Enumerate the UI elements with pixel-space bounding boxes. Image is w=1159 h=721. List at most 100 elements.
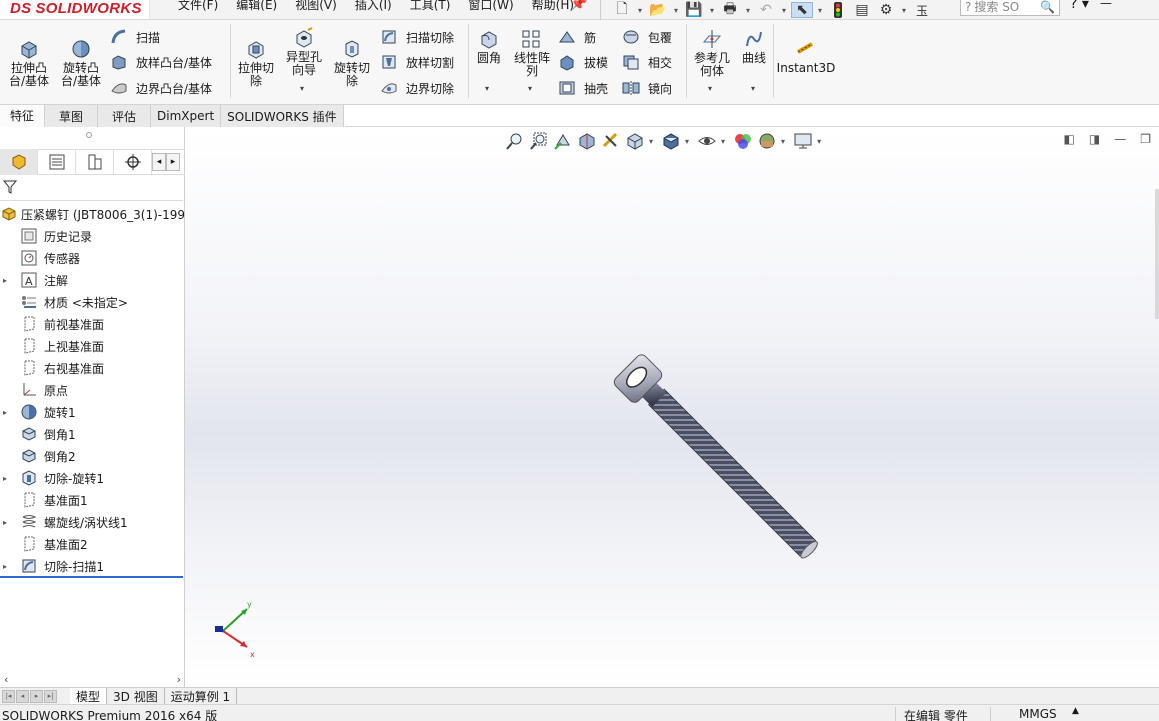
tree-item[interactable]: ▸ 螺旋线/涡状线1 [0, 511, 185, 533]
boundary-cut-button[interactable]: 边界切除 [380, 79, 454, 97]
expand-arrow-icon[interactable]: ▸ [3, 408, 7, 417]
apply-scene-icon[interactable] [757, 131, 777, 151]
sweep-button[interactable]: 扫描 [110, 28, 160, 46]
wrap-button[interactable]: 包覆 [622, 28, 672, 46]
open-icon[interactable]: 📂 [647, 2, 669, 18]
tree-item[interactable]: 倒角2 [0, 445, 185, 467]
undo-icon[interactable]: ↶ [755, 2, 777, 18]
tree-item[interactable]: 前视基准面 [0, 313, 185, 335]
property-manager-tab[interactable] [38, 149, 76, 175]
new-dropdown[interactable]: ▾ [635, 6, 645, 15]
curves-button[interactable]: 曲线 [738, 28, 770, 65]
tree-item[interactable]: 历史记录 [0, 225, 185, 247]
tab-addins[interactable]: SOLIDWORKS 插件 [221, 105, 344, 127]
display-style-dropdown[interactable]: ▾ [685, 137, 689, 146]
select-dropdown[interactable]: ▾ [815, 6, 825, 15]
panel-left-icon[interactable]: ◧ [1064, 132, 1075, 146]
previous-view-icon[interactable] [553, 131, 573, 151]
scroll-right-icon[interactable]: › [177, 673, 181, 686]
panel-grip[interactable] [86, 132, 92, 138]
scroll-left-icon[interactable]: ‹ [4, 673, 8, 686]
fillet-button[interactable]: 圆角 [474, 28, 504, 65]
panel-horizontal-scrollbar[interactable]: ‹ › [0, 672, 185, 686]
save-icon[interactable]: 💾 [683, 2, 705, 18]
menu-help[interactable]: 帮助(H) [532, 0, 574, 13]
solidworks-logo[interactable]: DS SOLIDWORKS [0, 0, 150, 19]
viewport-scrollbar[interactable] [1155, 189, 1159, 319]
save-dropdown[interactable]: ▾ [707, 6, 717, 15]
revolve-boss-button[interactable]: 旋转凸 台/基体 [58, 38, 104, 88]
search-icon[interactable]: 🔍 [1040, 0, 1055, 14]
shell-button[interactable]: 抽壳 [558, 79, 608, 97]
tree-item[interactable]: 原点 [0, 379, 185, 401]
last-tab-icon[interactable]: ▸| [44, 689, 57, 703]
menu-tools[interactable]: 工具(T) [410, 0, 451, 13]
menu-insert[interactable]: 插入(I) [355, 0, 392, 13]
tab-features[interactable]: 特征 [0, 105, 46, 127]
undo-dropdown[interactable]: ▾ [779, 6, 789, 15]
tree-item[interactable]: 上视基准面 [0, 335, 185, 357]
zoom-to-fit-icon[interactable] [505, 131, 525, 151]
rebuild-traffic-light-icon[interactable] [827, 2, 849, 18]
tree-item[interactable]: 材质 <未指定> [0, 291, 185, 313]
hide-show-dropdown[interactable]: ▾ [721, 137, 725, 146]
tab-sketch[interactable]: 草图 [45, 105, 99, 127]
boundary-boss-button[interactable]: 边界凸台/基体 [110, 79, 212, 97]
tabs-scroll-right-icon[interactable]: ▸ [166, 153, 180, 171]
tree-item[interactable]: ▸ 切除-旋转1 [0, 467, 185, 489]
rib-button[interactable]: 筋 [558, 28, 596, 46]
expand-arrow-icon[interactable]: ▸ [3, 518, 7, 527]
tree-item[interactable]: 基准面2 [0, 533, 185, 555]
panel-right-icon[interactable]: ◨ [1089, 132, 1100, 146]
dynamic-annotation-icon[interactable] [601, 131, 621, 151]
document-minimize-icon[interactable]: — [1114, 132, 1126, 146]
tree-item[interactable]: 基准面1 [0, 489, 185, 511]
select-pointer-icon[interactable]: ⬉ [791, 2, 813, 18]
prev-tab-icon[interactable]: ◂ [16, 689, 29, 703]
linear-pattern-button[interactable]: 线性阵 列 [510, 28, 554, 78]
extrude-boss-button[interactable]: 拉伸凸 台/基体 [6, 38, 52, 88]
tab-dimxpert[interactable]: DimXpert [151, 105, 222, 127]
section-view-icon[interactable] [577, 131, 597, 151]
instant3d-button[interactable]: Instant3D [776, 38, 836, 75]
view-orientation-dropdown[interactable]: ▾ [649, 137, 653, 146]
menu-file[interactable]: 文件(F) [178, 0, 218, 13]
edit-appearance-icon[interactable] [733, 131, 753, 151]
tree-filter[interactable] [0, 177, 183, 201]
menu-edit[interactable]: 编辑(E) [236, 0, 277, 13]
file-properties-icon[interactable]: ▤ [851, 2, 873, 18]
reference-geometry-button[interactable]: 参考几 何体 [690, 28, 734, 78]
swept-cut-button[interactable]: 扫描切除 [380, 28, 454, 46]
tree-item[interactable]: ▸ 旋转1 [0, 401, 185, 423]
revolve-cut-button[interactable]: 旋转切 除 [330, 38, 374, 88]
loft-boss-button[interactable]: 放样凸台/基体 [110, 53, 212, 71]
reference-geometry-dropdown[interactable]: ▾ [708, 84, 712, 93]
document-restore-icon[interactable]: ❐ [1140, 132, 1151, 146]
graphics-area[interactable]: ▾ ▾ ▾ ▾ ▾ ◧ ◨ — ❐ y x [185, 127, 1159, 687]
view-orientation-icon[interactable] [625, 131, 645, 151]
print-dropdown[interactable]: ▾ [743, 6, 753, 15]
hole-wizard-button[interactable]: 异型孔 向导 [282, 27, 326, 77]
options-dropdown[interactable]: ▾ [899, 6, 909, 15]
hide-show-items-icon[interactable] [697, 131, 717, 151]
lofted-cut-button[interactable]: 放样切割 [380, 53, 454, 71]
extrude-cut-button[interactable]: 拉伸切 除 [234, 38, 278, 88]
menu-window[interactable]: 窗口(W) [468, 0, 513, 13]
bolt-3d-model[interactable] [585, 327, 865, 607]
next-tab-icon[interactable]: ▸ [30, 689, 43, 703]
display-style-icon[interactable] [661, 131, 681, 151]
expand-arrow-icon[interactable]: ▸ [3, 474, 7, 483]
tab-motion-study[interactable]: 运动算例 1 [165, 687, 238, 705]
tab-3d-view[interactable]: 3D 视图 [107, 687, 165, 705]
apply-scene-dropdown[interactable]: ▾ [781, 137, 785, 146]
menu-view[interactable]: 视图(V) [295, 0, 337, 13]
tree-item[interactable]: 传感器 [0, 247, 185, 269]
dimxpert-manager-tab[interactable] [114, 149, 152, 175]
window-minimize-icon[interactable]: — [1100, 0, 1112, 10]
expand-arrow-icon[interactable]: ▸ [3, 562, 7, 571]
unit-system-button[interactable]: MMGS [990, 707, 1057, 721]
open-dropdown[interactable]: ▾ [671, 6, 681, 15]
tree-item[interactable]: ▸ 切除-扫描1 [0, 555, 185, 577]
tree-item[interactable]: 右视基准面 [0, 357, 185, 379]
tree-item[interactable]: ▸ A 注解 [0, 269, 185, 291]
